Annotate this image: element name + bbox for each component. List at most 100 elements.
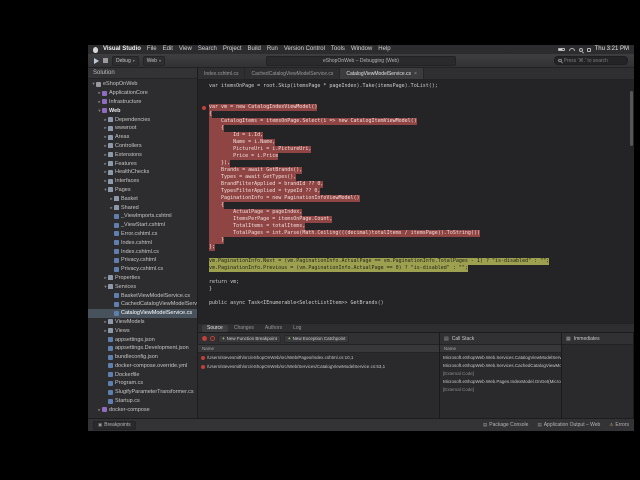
breakpoint-icon[interactable]: [201, 105, 206, 110]
code-line-10[interactable]: PictureUri = i.PictureUri,: [198, 146, 634, 153]
statusbar-item-application-output-web[interactable]: ▤ Application Output – Web: [537, 422, 600, 428]
tree-item-viewmodels[interactable]: ▸ ViewModels: [88, 318, 197, 327]
subtab-changes[interactable]: Changes: [229, 325, 259, 332]
tree-item-healthchecks[interactable]: ▸ HealthChecks: [88, 168, 197, 177]
run-target-select[interactable]: Web ▾: [142, 55, 165, 66]
callstack-row[interactable]: Microsoft.eShopWeb.Web.Pages.IndexModel.…: [440, 377, 561, 385]
menu-item-visual-studio[interactable]: Visual Studio: [103, 45, 141, 54]
code-line-19[interactable]: ActualPage = pageIndex,: [198, 209, 634, 216]
menu-item-window[interactable]: Window: [351, 45, 372, 54]
subtab-log[interactable]: Log: [288, 325, 306, 332]
tree-item-shared[interactable]: ▸ Shared: [88, 203, 197, 212]
menu-item-tools[interactable]: Tools: [331, 45, 345, 54]
search-input[interactable]: [563, 57, 624, 64]
code-line-20[interactable]: ItemsPerPage = itemsOnPage.Count,: [198, 216, 634, 223]
menu-item-search[interactable]: Search: [198, 45, 217, 54]
code-line-29[interactable]: return vm;: [198, 279, 634, 286]
code-line-21[interactable]: TotalItems = totalItems,: [198, 223, 634, 230]
tree-item-dockerfile[interactable]: Dockerfile: [88, 370, 197, 379]
close-icon[interactable]: ×: [414, 71, 417, 77]
tree-item-appsettings-development-json[interactable]: appsettings.Development.json: [88, 344, 197, 353]
scrollbar-thumb[interactable]: [630, 91, 633, 146]
tree-item-properties[interactable]: ▸ Properties: [88, 274, 197, 283]
code-line-24[interactable]: };: [198, 244, 634, 251]
tree-item-views[interactable]: ▸ Views: [88, 326, 197, 335]
tree-item-interfaces[interactable]: ▸ Interfaces: [88, 177, 197, 186]
toolbar-search[interactable]: [554, 56, 628, 65]
tree-item-slugifyparametertransformer-cs[interactable]: SlugifyParameterTransformer.cs: [88, 388, 197, 397]
code-line-1[interactable]: var itemsOnPage = root.Skip(itemsPage * …: [198, 83, 634, 90]
code-line-7[interactable]: {: [198, 125, 634, 132]
run-button[interactable]: [94, 57, 99, 64]
code-line-17[interactable]: PaginationInfo = new PaginationInfoViewM…: [198, 195, 634, 202]
code-line-16[interactable]: TypesFilterApplied = typeId ?? 0,: [198, 188, 634, 195]
code-line-2[interactable]: [198, 90, 634, 97]
code-line-31[interactable]: [198, 293, 634, 300]
tree-item-basketviewmodelservice-cs[interactable]: BasketViewModelService.cs: [88, 291, 197, 300]
tree-item-appsettings-json[interactable]: appsettings.json: [88, 335, 197, 344]
stop-button[interactable]: [103, 58, 108, 63]
spotlight-icon[interactable]: [578, 47, 583, 52]
code-editor[interactable]: var itemsOnPage = root.Skip(itemsPage * …: [198, 80, 634, 323]
code-line-6[interactable]: CatalogItems = itemsOnPage.Select(i => n…: [198, 118, 634, 125]
tree-item-index-cshtml[interactable]: Index.cshtml: [88, 238, 197, 247]
code-line-3[interactable]: [198, 97, 634, 104]
tree-item-viewimports-cshtml[interactable]: _ViewImports.cshtml: [88, 212, 197, 221]
tree-item-startup-cs[interactable]: Startup.cs: [88, 397, 197, 406]
tree-item-bundleconfig-json[interactable]: bundleconfig.json: [88, 353, 197, 362]
menu-item-build[interactable]: Build: [248, 45, 261, 54]
code-line-30[interactable]: }: [198, 286, 634, 293]
tree-item-pages[interactable]: ▾ Pages: [88, 186, 197, 195]
menu-item-run[interactable]: Run: [267, 45, 278, 54]
code-line-32[interactable]: public async Task<IEnumerable<SelectList…: [198, 300, 634, 307]
tab-catalogviewmodelservice-cs[interactable]: CatalogViewModelService.cs ×: [340, 68, 424, 79]
code-line-33[interactable]: [198, 307, 634, 314]
callstack-row[interactable]: Microsoft.eShopWeb.Web.Services.CatalogV…: [440, 353, 561, 361]
menu-clock[interactable]: Thu 3:21 PM: [595, 45, 629, 54]
menu-item-view[interactable]: View: [179, 45, 192, 54]
tree-item-program-cs[interactable]: Program.cs: [88, 379, 197, 388]
code-line-14[interactable]: Types = await GetTypes(),: [198, 174, 634, 181]
button-new-function-breakpoint[interactable]: + New Function Breakpoint: [218, 334, 281, 343]
tree-item-privacy-cshtml-cs[interactable]: Privacy.cshtml.cs: [88, 265, 197, 274]
tree-item-cachedcatalogviewmodelservice-cs[interactable]: CachedCatalogViewModelService.cs: [88, 300, 197, 309]
code-line-12[interactable]: }),: [198, 160, 634, 167]
code-line-25[interactable]: [198, 251, 634, 258]
menu-item-project[interactable]: Project: [223, 45, 242, 54]
code-line-11[interactable]: Price = i.Price: [198, 153, 634, 160]
tree-item-applicationcore[interactable]: ▸ ApplicationCore: [88, 89, 197, 98]
menu-item-file[interactable]: File: [147, 45, 157, 54]
editor-scrollbar[interactable]: [630, 83, 633, 320]
code-line-18[interactable]: {: [198, 202, 634, 209]
subtab-source[interactable]: Source: [202, 324, 228, 332]
code-line-13[interactable]: Brands = await GetBrands(),: [198, 167, 634, 174]
subtab-authors[interactable]: Authors: [260, 325, 287, 332]
tree-item-docker-compose-override-yml[interactable]: docker-compose.override.yml: [88, 362, 197, 371]
menu-item-version-control[interactable]: Version Control: [284, 45, 325, 54]
code-line-22[interactable]: TotalPages = int.Parse(Math.Ceiling(((de…: [198, 230, 634, 237]
notification-center-icon[interactable]: [586, 47, 591, 52]
tree-item-dependencies[interactable]: ▸ Dependencies: [88, 115, 197, 124]
callstack-row[interactable]: Microsoft.eShopWeb.Web.Services.CachedCa…: [440, 361, 561, 369]
statusbar-item-errors[interactable]: ⚠ Errors: [609, 422, 629, 428]
configuration-select[interactable]: Debug ▾: [112, 55, 139, 66]
tree-item-basket[interactable]: ▸ Basket: [88, 194, 197, 203]
tree-item-catalogviewmodelservice-cs[interactable]: CatalogViewModelService.cs: [88, 308, 197, 318]
tree-item-eshoponweb[interactable]: ▾ eShopOnWeb: [88, 80, 197, 89]
wifi-icon[interactable]: [568, 48, 575, 51]
code-line-23[interactable]: }: [198, 237, 634, 244]
tree-item-index-cshtml-cs[interactable]: Index.cshtml.cs: [88, 247, 197, 256]
tree-item-wwwroot[interactable]: ▸ wwwroot: [88, 124, 197, 133]
code-line-26[interactable]: vm.PaginationInfo.Next = (vm.PaginationI…: [198, 258, 634, 265]
callstack-row[interactable]: [External Code]: [440, 369, 561, 377]
tab-cachedcatalogviewmodelservice-cs[interactable]: CachedCatalogViewModelService.cs: [245, 68, 341, 79]
code-line-9[interactable]: Name = i.Name,: [198, 139, 634, 146]
tree-item-viewstart-cshtml[interactable]: _ViewStart.cshtml: [88, 221, 197, 230]
callstack-row[interactable]: [External Code]: [440, 385, 561, 393]
tree-item-infrastructure[interactable]: ▸ Infrastructure: [88, 98, 197, 107]
code-line-27[interactable]: vm.PaginationInfo.Previous = (vm.Paginat…: [198, 265, 634, 272]
battery-icon[interactable]: [557, 47, 565, 52]
code-line-5[interactable]: {: [198, 111, 634, 118]
tree-item-web[interactable]: ▾ Web: [88, 106, 197, 115]
breakpoint-row[interactable]: /Users/stevesmith/src/eShopOnWeb/src/Web…: [198, 362, 439, 371]
